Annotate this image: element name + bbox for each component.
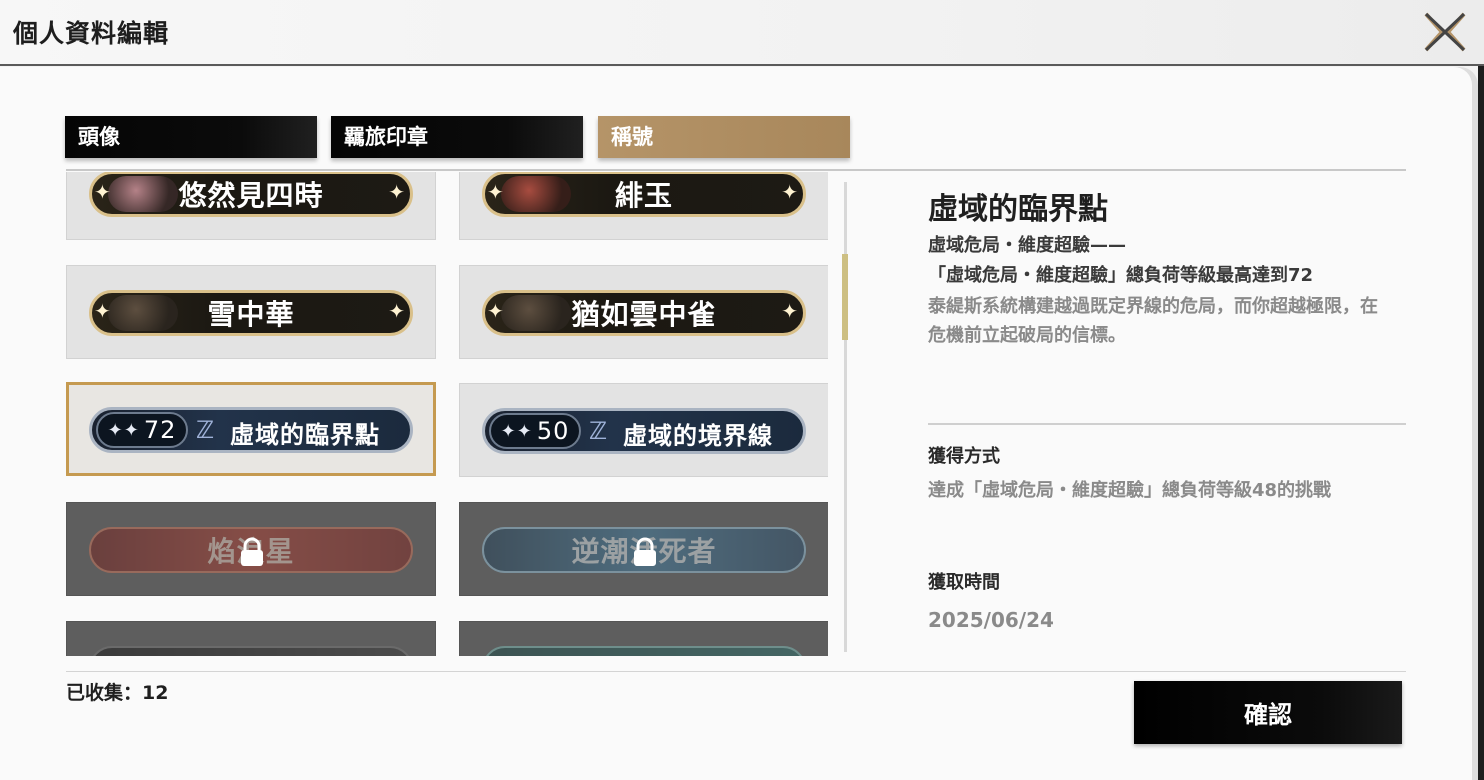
character-portrait (501, 176, 571, 212)
tabs-divider (66, 169, 1406, 171)
footer-divider (66, 671, 1406, 672)
title-card[interactable]: ✦ 猶如雲中雀 ✦ (459, 265, 828, 359)
character-portrait (108, 295, 178, 331)
sparkle-icon: ✦ (94, 299, 112, 323)
collected-count: 已收集：12 (66, 682, 169, 704)
title-plate: ✦✦ 50 ℤ 虛域的境界線 (482, 408, 806, 454)
time-value: 2025/06/24 (928, 608, 1054, 632)
title-plate: ✦ 悠然見四時 ✦ (89, 172, 413, 217)
page-title: 個人資料編輯 (13, 19, 170, 48)
level-badge: ✦✦ 72 (96, 412, 188, 448)
title-card-locked[interactable] (459, 621, 828, 656)
detail-description: 泰緹斯系統構建越過既定界線的危局，而你超越極限，在危機前立起破局的信標。 (928, 296, 1378, 346)
sparkle-icon: ✦ (781, 180, 799, 204)
method-label: 獲得方式 (928, 446, 1000, 467)
window-edge (1478, 66, 1484, 780)
detail-condition: 「虛域危局・維度超驗」總負荷等級最高達到72 (928, 265, 1314, 286)
title-plate (482, 646, 806, 656)
level-badge: ✦✦ 50 (489, 413, 581, 449)
tab-avatar[interactable]: 頭像 (65, 116, 317, 158)
sparkle-icon: ✦ (388, 299, 406, 323)
title-plate (89, 646, 413, 656)
title-name: 雪中華 (207, 298, 295, 331)
character-portrait (108, 176, 178, 212)
level-number: 50 (536, 417, 570, 445)
hourglass-icon: ℤ (196, 416, 216, 444)
detail-subtitle: 虛域危局・維度超驗—— (928, 235, 1126, 256)
hourglass-icon: ℤ (589, 417, 609, 445)
header-bar: 個人資料編輯 (0, 0, 1484, 66)
sparkle-icon: ✦ (487, 180, 505, 204)
title-plate: ✦ 雪中華 ✦ (89, 290, 413, 336)
title-card[interactable]: ✦ 悠然見四時 ✦ (66, 172, 436, 240)
close-icon (1424, 12, 1466, 52)
lock-icon (241, 537, 263, 566)
title-card[interactable]: ✦✦ 50 ℤ 虛域的境界線 (459, 383, 828, 477)
tab-title[interactable]: 稱號 (598, 116, 850, 158)
title-card-locked[interactable]: 逆潮活死者 (459, 502, 828, 596)
title-card-locked[interactable] (66, 621, 436, 656)
detail-divider (928, 423, 1406, 425)
title-card[interactable]: ✦ 雪中華 ✦ (66, 265, 436, 359)
title-card-locked[interactable]: 焰浪星 (66, 502, 436, 596)
time-label: 獲取時間 (928, 572, 1000, 593)
close-button[interactable] (1420, 8, 1470, 56)
lock-icon (634, 537, 656, 566)
level-number: 72 (143, 416, 177, 444)
title-card-selected[interactable]: ✦✦ 72 ℤ 虛域的臨界點 (66, 382, 436, 476)
title-plate: ✦ 猶如雲中雀 ✦ (482, 290, 806, 336)
title-name: 虛域的境界線 (623, 422, 773, 450)
sparkle-icon: ✦ (388, 180, 406, 204)
method-value: 達成「虛域危局・維度超驗」總負荷等級48的挑戰 (928, 480, 1332, 501)
scrollbar-thumb[interactable] (842, 254, 848, 340)
sparkle-icon: ✦ (94, 180, 112, 204)
tab-travel-stamp[interactable]: 羈旅印章 (331, 116, 583, 158)
confirm-button[interactable]: 確認 (1134, 681, 1402, 744)
character-portrait (501, 295, 571, 331)
title-list[interactable]: ✦ 悠然見四時 ✦ ✦ 緋玉 ✦ ✦ 雪中華 ✦ ✦ 猶如雲中雀 ✦ ✦✦ 72… (66, 172, 828, 656)
title-plate: ✦ 緋玉 ✦ (482, 172, 806, 217)
detail-title: 虛域的臨界點 (928, 192, 1108, 227)
title-name: 猶如雲中雀 (571, 298, 717, 331)
sparkle-icon: ✦ (487, 299, 505, 323)
title-name: 緋玉 (614, 179, 673, 212)
title-name: 悠然見四時 (178, 179, 324, 212)
sparkle-icon: ✦✦ (500, 420, 533, 442)
title-card[interactable]: ✦ 緋玉 ✦ (459, 172, 828, 240)
sparkle-icon: ✦ (781, 299, 799, 323)
sparkle-icon: ✦✦ (107, 419, 140, 441)
title-plate: ✦✦ 72 ℤ 虛域的臨界點 (89, 407, 413, 453)
title-name: 虛域的臨界點 (230, 421, 380, 449)
scrollbar-track[interactable] (844, 182, 847, 652)
